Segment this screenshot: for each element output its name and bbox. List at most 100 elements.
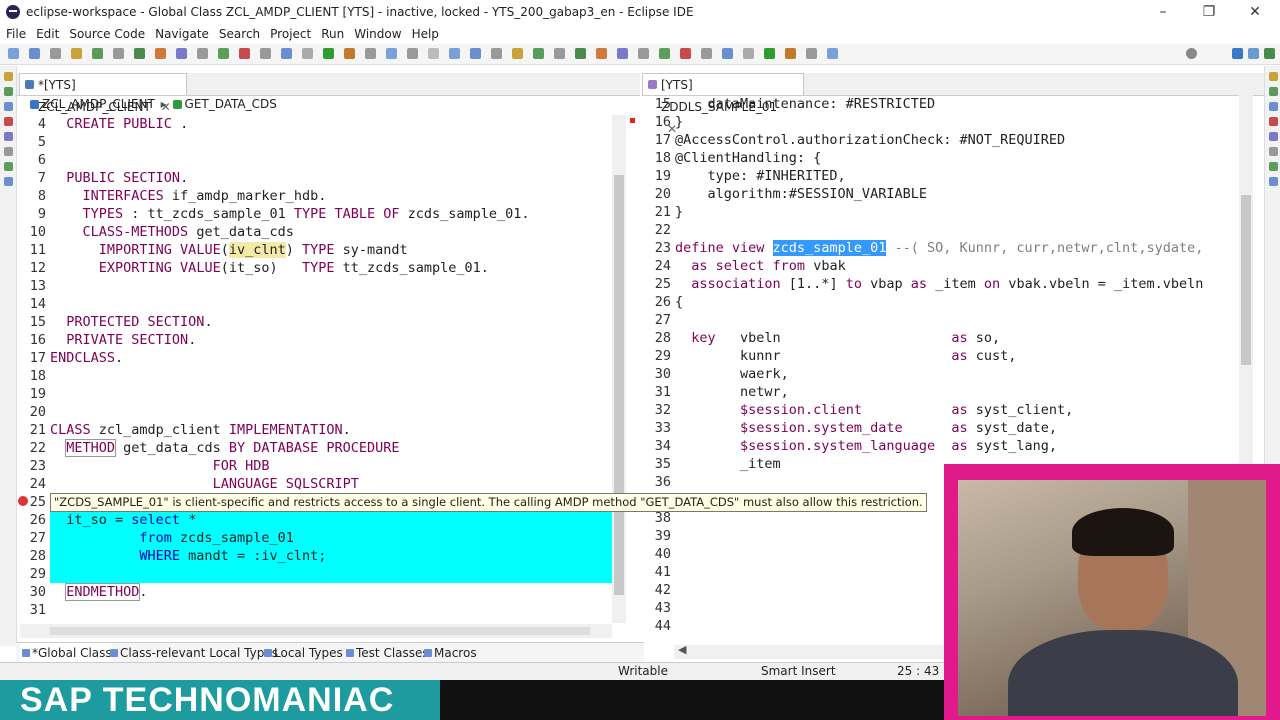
view-icon[interactable] <box>3 117 13 126</box>
code-line[interactable]: 29 <box>20 565 612 583</box>
toolbar-button-icon[interactable] <box>554 48 565 59</box>
code-line[interactable]: 16 PRIVATE SECTION. <box>20 331 612 349</box>
code-line[interactable]: 5 <box>20 133 612 151</box>
toolbar-button-icon[interactable] <box>680 48 691 59</box>
toolbar-button-icon[interactable] <box>785 48 796 59</box>
tab-global-class[interactable]: *Global Class <box>20 643 112 663</box>
code-line[interactable]: 34 $session.system_language as syst_lang… <box>645 437 1239 455</box>
code-line[interactable]: 28 key vbeln as so, <box>645 329 1239 347</box>
toolbar-button-icon[interactable] <box>71 48 82 59</box>
code-line[interactable]: 22 <box>645 221 1239 239</box>
code-line[interactable]: 24 as select from vbak <box>645 257 1239 275</box>
code-line[interactable]: 20 algorithm:#SESSION_VARIABLE <box>645 185 1239 203</box>
code-line[interactable]: 4 CREATE PUBLIC . <box>20 115 612 133</box>
code-line[interactable]: 27 from zcds_sample_01 <box>20 529 612 547</box>
toolbar-button-icon[interactable] <box>218 48 229 59</box>
toolbar-button-icon[interactable] <box>806 48 817 59</box>
toolbar-button-icon[interactable] <box>827 48 838 59</box>
code-line[interactable]: 12 EXPORTING VALUE(it_so) TYPE tt_zcds_s… <box>20 259 612 277</box>
left-hscroll-thumb[interactable] <box>50 627 590 635</box>
left-hscrollbar[interactable] <box>20 624 612 638</box>
view-icon[interactable] <box>3 177 13 186</box>
left-scroll-thumb[interactable] <box>614 175 624 595</box>
code-line[interactable]: 24 LANGUAGE SQLSCRIPT <box>20 475 612 493</box>
toolbar-button-icon[interactable] <box>50 48 61 59</box>
toolbar-button-icon[interactable] <box>596 48 607 59</box>
view-icon[interactable] <box>1268 162 1278 171</box>
toolbar-button-icon[interactable] <box>575 48 586 59</box>
code-line[interactable]: 14 <box>20 295 612 313</box>
minimize-button[interactable]: – <box>1140 0 1186 24</box>
code-line[interactable]: 10 CLASS-METHODS get_data_cds <box>20 223 612 241</box>
tab-test-classes[interactable]: Test Classes <box>344 643 429 663</box>
tab-macros[interactable]: Macros <box>422 643 477 663</box>
perspective-icon[interactable] <box>1232 48 1243 59</box>
code-line[interactable]: 31 netwr, <box>645 383 1239 401</box>
toolbar-button-icon[interactable] <box>176 48 187 59</box>
menu-help[interactable]: Help <box>412 27 439 41</box>
code-line[interactable]: 32 $session.client as syst_client, <box>645 401 1239 419</box>
code-line[interactable]: 29 kunnr as cust, <box>645 347 1239 365</box>
breadcrumb-class[interactable]: ZCL_AMDP_CLIENT <box>42 97 155 111</box>
toolbar-button-icon[interactable] <box>428 48 439 59</box>
code-line[interactable]: 28 WHERE mandt = :iv_clnt; <box>20 547 612 565</box>
code-line[interactable]: 18 <box>20 367 612 385</box>
tab-zcl-amdp-client[interactable]: *[YTS] ZCL_AMDP_CLIENT ✕ <box>19 73 187 114</box>
code-line[interactable]: 17 @AccessControl.authorizationCheck: #NO… <box>645 131 1239 149</box>
code-line[interactable]: 22 METHOD get_data_cds BY DATABASE PROCE… <box>20 439 612 457</box>
tab-zddls-sample-01[interactable]: [YTS] ZDDLS_SAMPLE_01 ✕ <box>642 73 804 136</box>
toolbar-button-icon[interactable] <box>617 48 628 59</box>
code-line[interactable]: 26 it_so = select * <box>20 511 612 529</box>
code-line[interactable]: 17 ENDCLASS. <box>20 349 612 367</box>
toolbar-button-icon[interactable] <box>764 48 775 59</box>
code-line[interactable]: 23 FOR HDB <box>20 457 612 475</box>
code-line[interactable]: 25 association [1..*] to vbap as _item o… <box>645 275 1239 293</box>
code-line[interactable]: 18 @ClientHandling: { <box>645 149 1239 167</box>
close-button[interactable]: ✕ <box>1232 0 1278 24</box>
menu-run[interactable]: Run <box>321 27 344 41</box>
toolbar-button-icon[interactable] <box>386 48 397 59</box>
view-icon[interactable] <box>1268 102 1278 111</box>
code-line[interactable]: 23 define view zcds_sample_01 --( SO, Kun… <box>645 239 1239 257</box>
toolbar-button-icon[interactable] <box>239 48 250 59</box>
code-line[interactable]: 27 <box>645 311 1239 329</box>
right-scroll-thumb[interactable] <box>1241 195 1251 365</box>
code-line[interactable]: 15 dataMaintenance: #RESTRICTED <box>645 95 1239 113</box>
code-line[interactable]: 33 $session.system_date as syst_date, <box>645 419 1239 437</box>
toolbar-button-icon[interactable] <box>701 48 712 59</box>
code-line[interactable]: 30 ENDMETHOD. <box>20 583 612 601</box>
menu-edit[interactable]: Edit <box>36 27 59 41</box>
view-icon[interactable] <box>1268 117 1278 126</box>
view-icon[interactable] <box>3 102 13 111</box>
toolbar-button-icon[interactable] <box>323 48 334 59</box>
code-line[interactable]: 19 type: #INHERITED, <box>645 167 1239 185</box>
code-line[interactable]: 19 <box>20 385 612 403</box>
toolbar-button-icon[interactable] <box>449 48 460 59</box>
code-line[interactable]: 20 <box>20 403 612 421</box>
code-line[interactable]: 11 IMPORTING VALUE(iv_clnt) TYPE sy-mand… <box>20 241 612 259</box>
code-line[interactable]: 21 CLASS zcl_amdp_client IMPLEMENTATION. <box>20 421 612 439</box>
left-code-editor[interactable]: 4 CREATE PUBLIC .567 PUBLIC SECTION. 8 IN… <box>20 115 612 623</box>
menu-project[interactable]: Project <box>270 27 311 41</box>
toolbar-button-icon[interactable] <box>722 48 733 59</box>
menu-source-code[interactable]: Source Code <box>69 27 145 41</box>
view-icon[interactable] <box>3 147 13 156</box>
toolbar-button-icon[interactable] <box>365 48 376 59</box>
menu-window[interactable]: Window <box>354 27 401 41</box>
menu-search[interactable]: Search <box>219 27 260 41</box>
code-line[interactable]: 13 <box>20 277 612 295</box>
error-marker[interactable] <box>630 118 635 123</box>
tab-local-types[interactable]: Local Types <box>262 643 343 663</box>
toolbar-button-icon[interactable] <box>155 48 166 59</box>
toolbar-button-icon[interactable] <box>470 48 481 59</box>
view-icon[interactable] <box>3 162 13 171</box>
toolbar-button-icon[interactable] <box>29 48 40 59</box>
code-line[interactable]: 31 <box>20 601 612 619</box>
toolbar-button-icon[interactable] <box>302 48 313 59</box>
search-icon[interactable] <box>1186 48 1197 59</box>
toolbar-button-icon[interactable] <box>281 48 292 59</box>
code-line[interactable]: 15 PROTECTED SECTION. <box>20 313 612 331</box>
view-icon[interactable] <box>1268 72 1278 81</box>
code-line[interactable]: 8 INTERFACES if_amdp_marker_hdb. <box>20 187 612 205</box>
code-line[interactable]: 7 PUBLIC SECTION. <box>20 169 612 187</box>
